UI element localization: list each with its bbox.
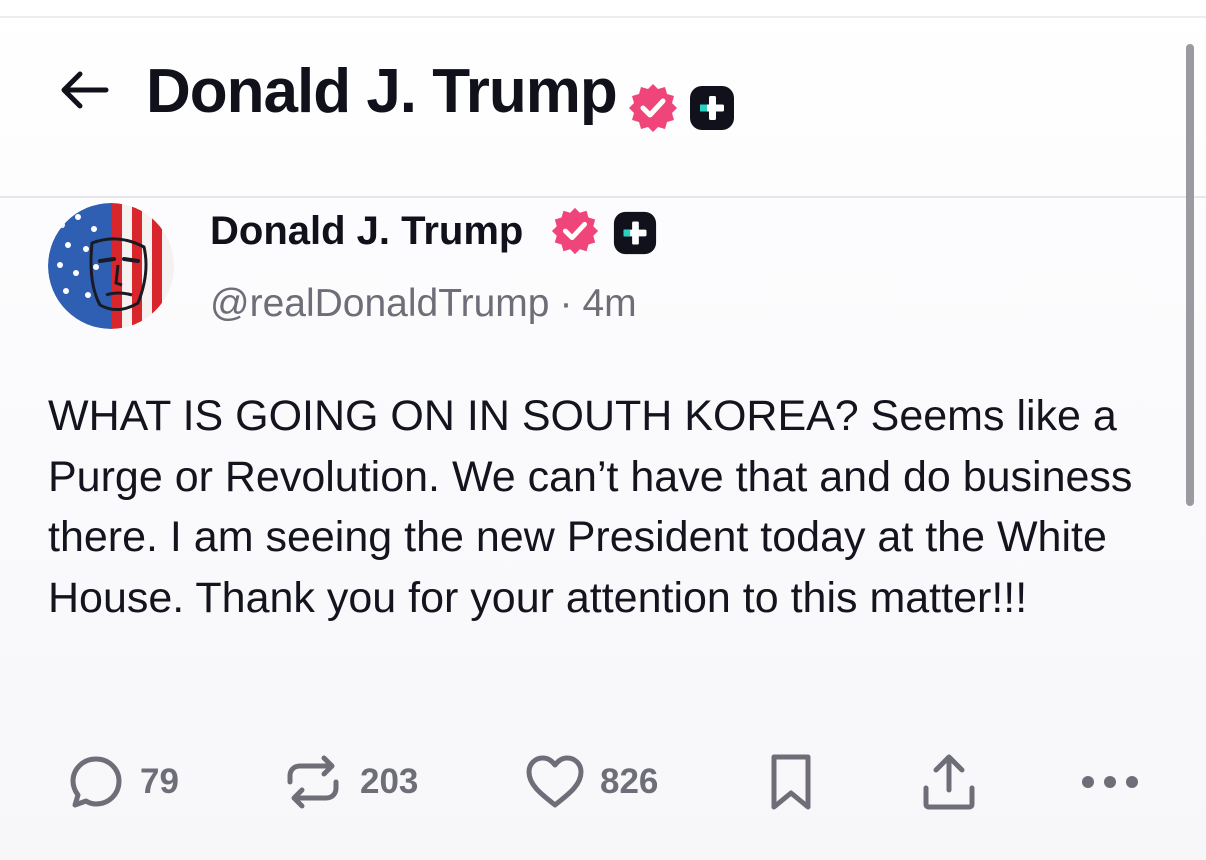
more-button[interactable] [1080, 750, 1140, 814]
reply-button[interactable]: 79 [66, 750, 179, 814]
back-button[interactable] [56, 64, 112, 116]
author-handle[interactable]: @realDonaldTrump [210, 282, 549, 325]
bookmark-icon [771, 754, 811, 810]
meta-separator: · [559, 282, 573, 325]
header-divider [0, 196, 1206, 198]
retruth-count: 203 [360, 762, 419, 801]
verified-badge-icon [629, 84, 677, 132]
post-text: WHAT IS GOING ON IN SOUTH KOREA? Seems l… [48, 392, 1133, 622]
post-time[interactable]: 4m [582, 282, 636, 325]
truth-plus-icon [690, 86, 734, 130]
verified-badge-icon [551, 207, 599, 255]
post-meta: @realDonaldTrump · 4m [210, 280, 637, 328]
like-count: 826 [600, 762, 659, 801]
post-page: Donald J. Trump Donald J. Trump @realDon… [0, 0, 1206, 860]
retruth-button[interactable]: 203 [280, 750, 418, 814]
reply-count: 79 [140, 762, 179, 801]
more-icon [1082, 776, 1138, 788]
action-bar: 79 203 826 [0, 750, 1206, 814]
truth-plus-icon [613, 211, 657, 255]
author-name[interactable]: Donald J. Trump [210, 206, 523, 256]
arrow-left-icon [61, 71, 109, 109]
retruth-icon [287, 755, 339, 809]
page-title: Donald J. Trump [146, 57, 618, 126]
bookmark-button[interactable] [766, 750, 816, 814]
avatar-image [48, 203, 174, 329]
share-button[interactable] [918, 750, 980, 814]
reply-icon [70, 756, 122, 808]
like-button[interactable]: 826 [524, 750, 658, 814]
scrollbar[interactable] [1186, 44, 1194, 506]
avatar[interactable] [48, 203, 174, 329]
share-icon [923, 754, 975, 810]
heart-icon [526, 755, 584, 808]
